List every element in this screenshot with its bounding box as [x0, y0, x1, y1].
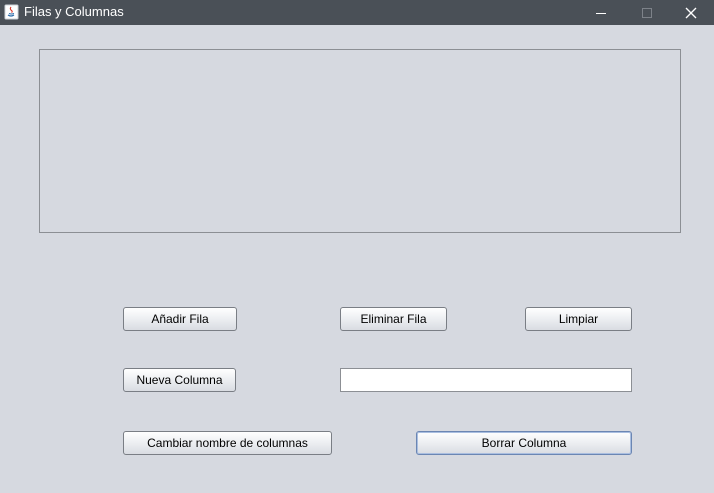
- window-title: Filas y Columnas: [24, 4, 124, 19]
- delete-column-button[interactable]: Borrar Columna: [416, 431, 632, 455]
- clear-button[interactable]: Limpiar: [525, 307, 632, 331]
- minimize-icon: [596, 12, 606, 14]
- close-button[interactable]: [668, 0, 714, 25]
- app-window: Filas y Columnas Añadir Fila Eliminar Fi…: [0, 0, 714, 493]
- add-row-button[interactable]: Añadir Fila: [123, 307, 237, 331]
- maximize-button: [624, 0, 670, 25]
- java-app-icon: [4, 4, 19, 20]
- delete-row-button[interactable]: Eliminar Fila: [340, 307, 447, 331]
- maximize-icon: [642, 7, 652, 18]
- data-table[interactable]: [39, 49, 681, 233]
- column-name-input[interactable]: [340, 368, 632, 392]
- title-bar[interactable]: Filas y Columnas: [0, 0, 714, 25]
- minimize-button[interactable]: [578, 0, 624, 25]
- rename-columns-button[interactable]: Cambiar nombre de columnas: [123, 431, 332, 455]
- close-icon: [685, 7, 697, 18]
- new-column-button[interactable]: Nueva Columna: [123, 368, 236, 392]
